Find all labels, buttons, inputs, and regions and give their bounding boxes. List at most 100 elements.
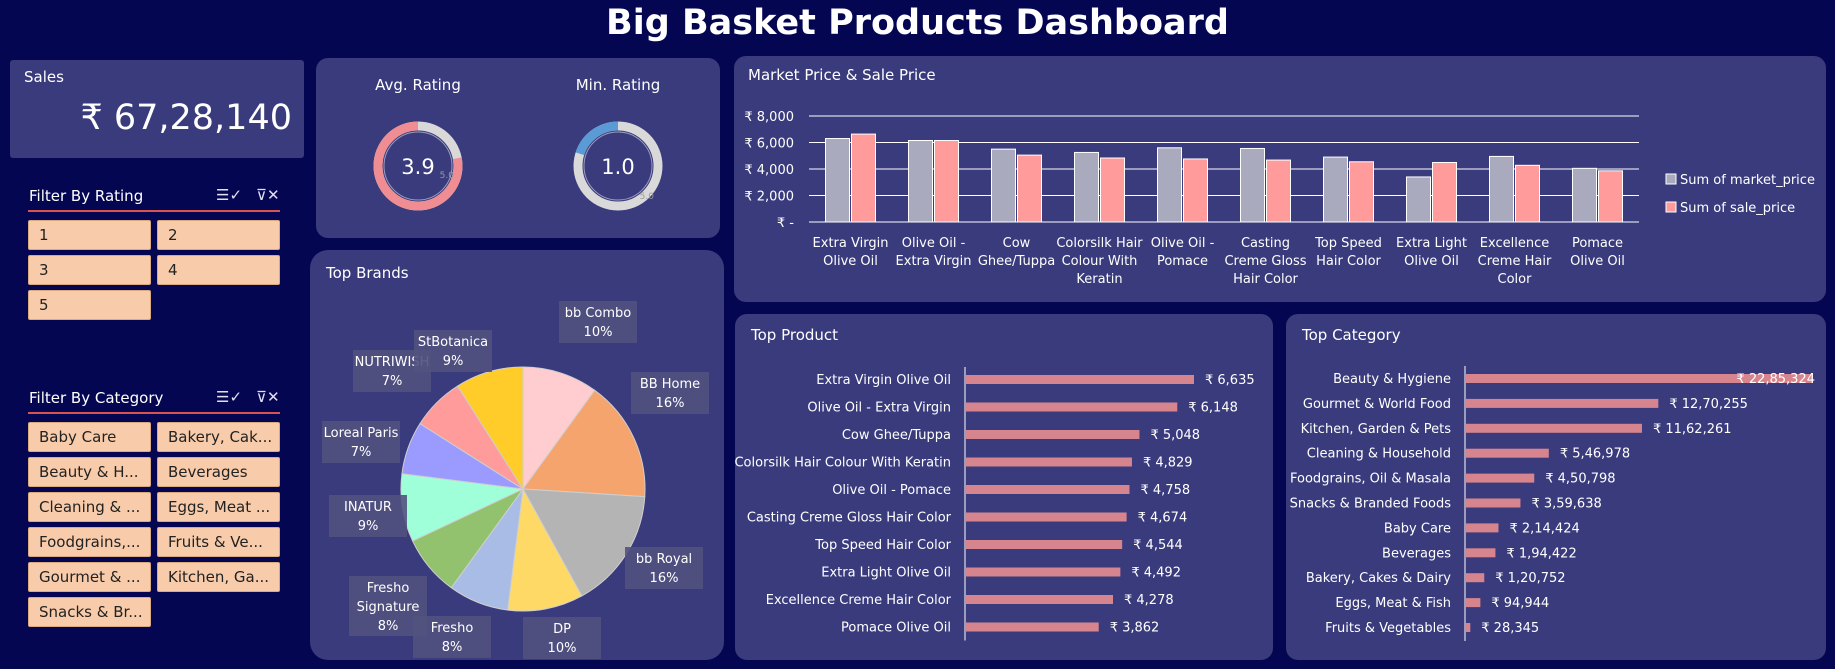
price-chart-title: Market Price & Sale Price <box>748 66 936 84</box>
rating-slicer-header: Filter By Rating ☰✓ ⊽✕ <box>28 182 280 212</box>
category-chip[interactable]: Cleaning & ... <box>28 492 151 522</box>
x-tick-label: Casting <box>1241 236 1290 251</box>
pie-label-value: 7% <box>382 374 403 389</box>
y-tick-label: ₹ 2,000 <box>744 190 794 205</box>
value-bar <box>1466 473 1535 483</box>
category-chip-list: Baby Care Bakery, Cak... Beauty & H... Beve… <box>28 422 280 627</box>
category-slicer-header: Filter By Category ☰✓ ⊽✕ <box>28 384 280 414</box>
pie-label-value: 8% <box>442 640 463 655</box>
x-tick-label: Olive Oil - <box>902 236 966 251</box>
pie-label-value: 16% <box>650 571 679 586</box>
category-chip[interactable]: Fruits & Ve... <box>157 527 280 557</box>
sale-price-bar <box>1266 159 1291 223</box>
category-label: Extra Virgin Olive Oil <box>816 373 951 388</box>
value-bar <box>1466 573 1485 583</box>
value-bar <box>966 512 1127 522</box>
category-chip[interactable]: Baby Care <box>28 422 151 452</box>
y-tick-label: ₹ - <box>777 216 794 231</box>
value-label: ₹ 4,50,798 <box>1545 472 1615 487</box>
value-label: ₹ 94,944 <box>1491 596 1549 611</box>
value-bar <box>966 375 1194 384</box>
value-label: ₹ 28,345 <box>1481 621 1539 636</box>
market-price-bar <box>991 148 1016 223</box>
sale-price-bar <box>851 133 876 223</box>
rating-chip[interactable]: 1 <box>28 220 151 250</box>
sales-card: Sales ₹ 67,28,140 <box>10 60 304 158</box>
category-chip[interactable]: Beauty & H... <box>28 457 151 487</box>
clear-filter-icon[interactable]: ⊽✕ <box>256 186 280 204</box>
value-label: ₹ 4,492 <box>1131 566 1181 581</box>
value-bar <box>966 457 1132 467</box>
category-label: Casting Creme Gloss Hair Color <box>747 511 952 526</box>
value-label: ₹ 12,70,255 <box>1669 397 1748 412</box>
sale-price-bar <box>1100 157 1125 223</box>
value-bar <box>966 540 1123 549</box>
x-tick-label: Top Speed <box>1314 236 1382 251</box>
x-tick-label: Ghee/Tuppa <box>978 254 1055 269</box>
value-bar <box>1466 398 1659 408</box>
x-tick-label: Creme Hair <box>1478 254 1552 269</box>
category-label: Beverages <box>1382 546 1451 561</box>
category-chip[interactable]: Snacks & Br... <box>28 597 151 627</box>
x-tick-label: Extra Light <box>1396 236 1467 251</box>
category-chip[interactable]: Foodgrains,... <box>28 527 151 557</box>
multi-select-icon[interactable]: ☰✓ <box>216 186 242 204</box>
x-tick-label: Olive Oil <box>823 254 878 269</box>
value-label: ₹ 4,544 <box>1133 538 1183 553</box>
pie-label-value: 10% <box>548 641 577 656</box>
gauge-title: Avg. Rating <box>375 76 461 94</box>
value-label: ₹ 3,862 <box>1110 621 1160 636</box>
rating-chip[interactable]: 4 <box>157 255 280 285</box>
pie-label-name: BB Home <box>640 377 700 392</box>
value-label: ₹ 4,758 <box>1141 483 1191 498</box>
rating-gauges-chart: Avg. Rating 3.9 5.0 Min. Rating 1.0 5.0 <box>373 76 663 211</box>
value-bar <box>1466 523 1499 533</box>
category-label: Bakery, Cakes & Dairy <box>1306 571 1451 586</box>
market-price-bar <box>1157 147 1182 223</box>
value-label: ₹ 4,674 <box>1138 511 1188 526</box>
gauge-max-label: 5.0 <box>440 171 455 181</box>
pie-label-name: Signature <box>357 600 420 615</box>
sale-price-bar <box>1017 154 1042 223</box>
clear-filter-icon[interactable]: ⊽✕ <box>256 388 280 406</box>
rating-chip[interactable]: 2 <box>157 220 280 250</box>
value-bar <box>966 567 1121 577</box>
sale-price-bar <box>1432 161 1457 223</box>
legend-swatch <box>1665 201 1677 213</box>
category-chip[interactable]: Bakery, Cak... <box>157 422 280 452</box>
market-price-bar <box>908 140 933 223</box>
sale-price-bar <box>1349 161 1374 223</box>
value-bar <box>1466 548 1496 558</box>
category-chip[interactable]: Gourmet & ... <box>28 562 151 592</box>
value-label: ₹ 5,46,978 <box>1560 447 1630 462</box>
pie-label-value: 10% <box>584 325 613 340</box>
x-tick-label: Excellence <box>1480 236 1549 251</box>
category-chip[interactable]: Kitchen, Ga... <box>157 562 280 592</box>
x-tick-label: Colorsilk Hair <box>1056 236 1143 251</box>
pie-label-name: INATUR <box>344 500 392 515</box>
value-label: ₹ 4,829 <box>1143 456 1193 471</box>
category-chip[interactable]: Eggs, Meat ... <box>157 492 280 522</box>
rating-chip[interactable]: 3 <box>28 255 151 285</box>
multi-select-icon[interactable]: ☰✓ <box>216 388 242 406</box>
category-chip[interactable]: Beverages <box>157 457 280 487</box>
top-product-panel: Top Product Extra Virgin Olive Oil ₹ 6,63… <box>735 314 1273 660</box>
x-tick-label: Color <box>1498 272 1533 287</box>
value-label: ₹ 3,59,638 <box>1531 497 1601 512</box>
x-tick-label: Hair Color <box>1316 254 1381 269</box>
category-label: Excellence Creme Hair Color <box>766 593 952 608</box>
price-comparison-chart: ₹ - ₹ 2,000 ₹ 4,000 ₹ 6,000 ₹ 8,000 Extra Vir… <box>744 110 1815 287</box>
category-label: Gourmet & World Food <box>1303 397 1451 412</box>
value-bar <box>966 622 1099 632</box>
x-tick-label: Creme Gloss <box>1224 254 1306 269</box>
rating-chip[interactable]: 5 <box>28 290 151 320</box>
sale-price-bar <box>1598 170 1623 223</box>
top-product-chart: Extra Virgin Olive Oil ₹ 6,635 Olive Oil -… <box>735 367 1255 641</box>
category-label: Olive Oil - Extra Virgin <box>807 401 951 416</box>
pie-label-name: bb Royal <box>636 552 692 567</box>
value-label: ₹ 4,278 <box>1124 593 1174 608</box>
pie-label-value: 7% <box>351 445 372 460</box>
pie-label-name: DP <box>553 622 571 637</box>
x-tick-label: Colour With <box>1062 254 1138 269</box>
value-bar <box>966 595 1114 604</box>
